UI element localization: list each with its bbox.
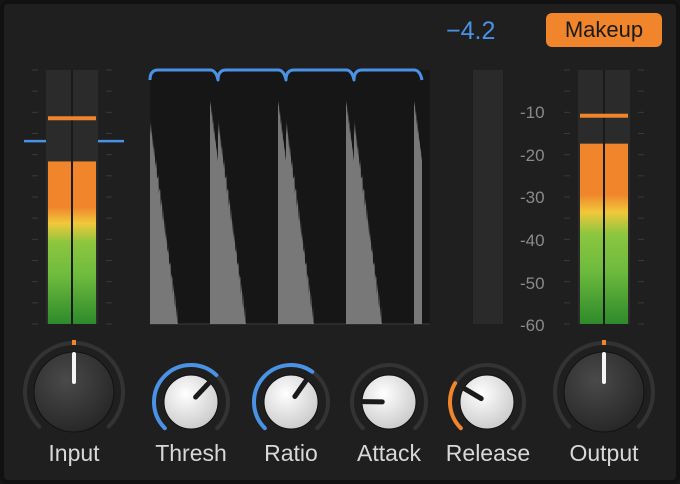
- compressor-stage: −4.2 Makeup -10 -20 -30 -40 -50 -60 Inpu…: [0, 0, 680, 484]
- attack-knob-label: Attack: [357, 440, 421, 466]
- ratio-knob-label: Ratio: [264, 440, 318, 466]
- thresh-knob-label: Thresh: [155, 440, 227, 466]
- db-scale-label: -30: [520, 188, 545, 207]
- attack-knob[interactable]: [346, 363, 432, 443]
- gain-reduction-meter: [473, 70, 503, 324]
- input-knob[interactable]: [24, 345, 124, 435]
- input-meter: [24, 69, 124, 325]
- thresh-knob[interactable]: [148, 363, 234, 443]
- ratio-knob[interactable]: [248, 363, 334, 443]
- release-knob-label: Release: [445, 440, 531, 466]
- output-meter: [564, 69, 644, 325]
- release-knob[interactable]: [444, 363, 530, 443]
- input-meter-peak: [48, 116, 96, 121]
- gain-reduction-readout: −4.2: [446, 17, 496, 45]
- db-scale-label: -60: [520, 316, 545, 335]
- output-meter-peak: [580, 113, 628, 118]
- makeup-button[interactable]: Makeup: [546, 13, 662, 47]
- input-knob-label: Input: [48, 440, 100, 466]
- db-scale-label: -10: [520, 103, 545, 122]
- db-scale-label: -20: [520, 146, 545, 165]
- output-knob-label: Output: [569, 440, 639, 466]
- gain-reduction-history: [148, 68, 430, 325]
- db-scale-label: -40: [520, 231, 545, 250]
- db-scale-label: -50: [520, 274, 545, 293]
- output-knob[interactable]: [554, 345, 654, 435]
